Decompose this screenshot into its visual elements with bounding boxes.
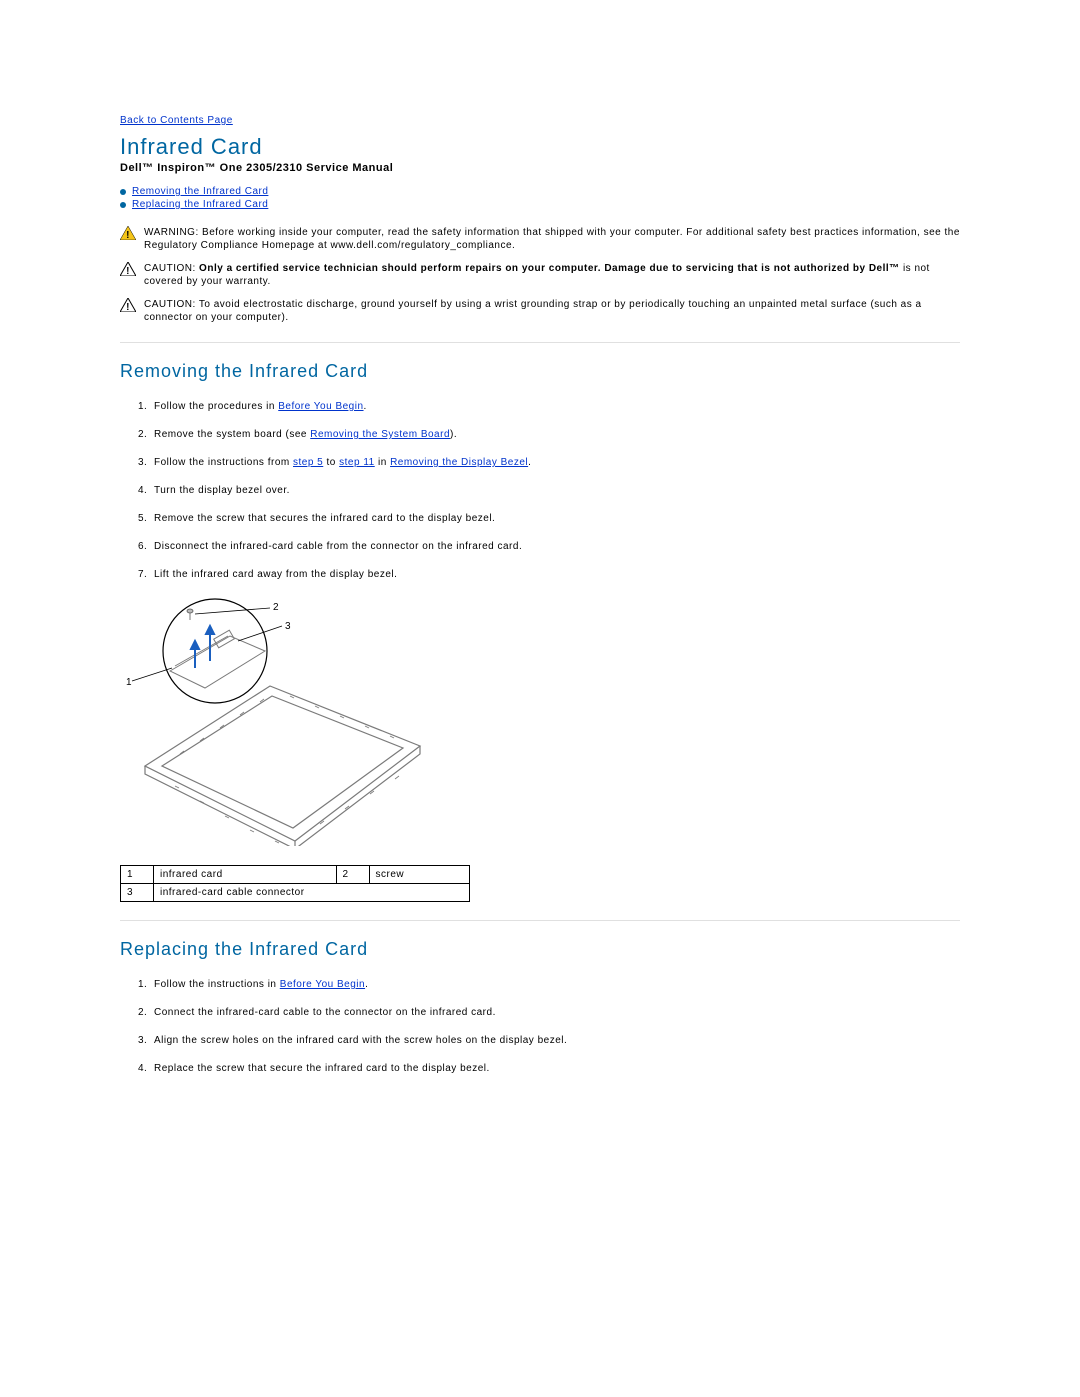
link-before-you-begin[interactable]: Before You Begin (280, 979, 365, 990)
caution-notice-1: ! CAUTION: Only a certified service tech… (120, 262, 960, 288)
caution-icon: ! (120, 262, 136, 276)
caution-text-bold: Only a certified service technician shou… (196, 263, 903, 274)
warning-icon: ! (120, 226, 136, 240)
section-heading-replacing: Replacing the Infrared Card (120, 939, 960, 960)
callout-2: 2 (273, 602, 279, 613)
bezel-diagram: 1 2 3 (120, 596, 960, 849)
callout-1: 1 (126, 677, 132, 688)
link-removing-system-board[interactable]: Removing the System Board (310, 429, 450, 440)
step-5: 5.Remove the screw that secures the infr… (138, 512, 960, 526)
link-before-you-begin[interactable]: Before You Begin (278, 401, 363, 412)
svg-text:!: ! (126, 302, 130, 312)
link-step-5[interactable]: step 5 (293, 457, 323, 468)
link-step-11[interactable]: step 11 (339, 457, 375, 468)
toc-link-removing[interactable]: Removing the Infrared Card (132, 186, 268, 197)
svg-text:!: ! (126, 230, 130, 240)
step-4: 4.Replace the screw that secure the infr… (138, 1062, 960, 1076)
replacing-steps: 1.Follow the instructions in Before You … (138, 978, 960, 1076)
page-subtitle: Dell™ Inspiron™ One 2305/2310 Service Ma… (120, 162, 960, 174)
step-1: 1.Follow the procedures in Before You Be… (138, 400, 960, 414)
step-4: 4.Turn the display bezel over. (138, 484, 960, 498)
step-3: 3.Follow the instructions from step 5 to… (138, 456, 960, 470)
parts-table: 1 infrared card 2 screw 3 infrared-card … (120, 865, 470, 902)
toc-link-replacing[interactable]: Replacing the Infrared Card (132, 199, 268, 210)
bullet-icon (120, 189, 126, 195)
caution-label: CAUTION: (144, 263, 196, 274)
step-1: 1.Follow the instructions in Before You … (138, 978, 960, 992)
link-removing-display-bezel[interactable]: Removing the Display Bezel (390, 457, 528, 468)
page-title: Infrared Card (120, 134, 960, 160)
step-3: 3.Align the screw holes on the infrared … (138, 1034, 960, 1048)
caution-notice-2: ! CAUTION: To avoid electrostatic discha… (120, 298, 960, 324)
caution-icon: ! (120, 298, 136, 312)
separator (120, 920, 960, 921)
step-2: 2.Remove the system board (see Removing … (138, 428, 960, 442)
section-heading-removing: Removing the Infrared Card (120, 361, 960, 382)
table-row: 3 infrared-card cable connector (121, 884, 470, 902)
warning-label: WARNING: (144, 227, 199, 238)
svg-text:!: ! (126, 266, 130, 276)
table-of-contents: Removing the Infrared Card Replacing the… (120, 186, 960, 210)
table-row: 1 infrared card 2 screw (121, 866, 470, 884)
warning-text: Before working inside your computer, rea… (144, 227, 960, 251)
separator (120, 342, 960, 343)
bullet-icon (120, 202, 126, 208)
step-2: 2.Connect the infrared-card cable to the… (138, 1006, 960, 1020)
step-7: 7.Lift the infrared card away from the d… (138, 568, 960, 582)
callout-3: 3 (285, 621, 291, 632)
caution-label: CAUTION: (144, 299, 196, 310)
warning-notice: ! WARNING: Before working inside your co… (120, 226, 960, 252)
caution-text: To avoid electrostatic discharge, ground… (144, 299, 922, 323)
removing-steps: 1.Follow the procedures in Before You Be… (138, 400, 960, 582)
back-to-contents-link[interactable]: Back to Contents Page (120, 115, 233, 126)
step-6: 6.Disconnect the infrared-card cable fro… (138, 540, 960, 554)
